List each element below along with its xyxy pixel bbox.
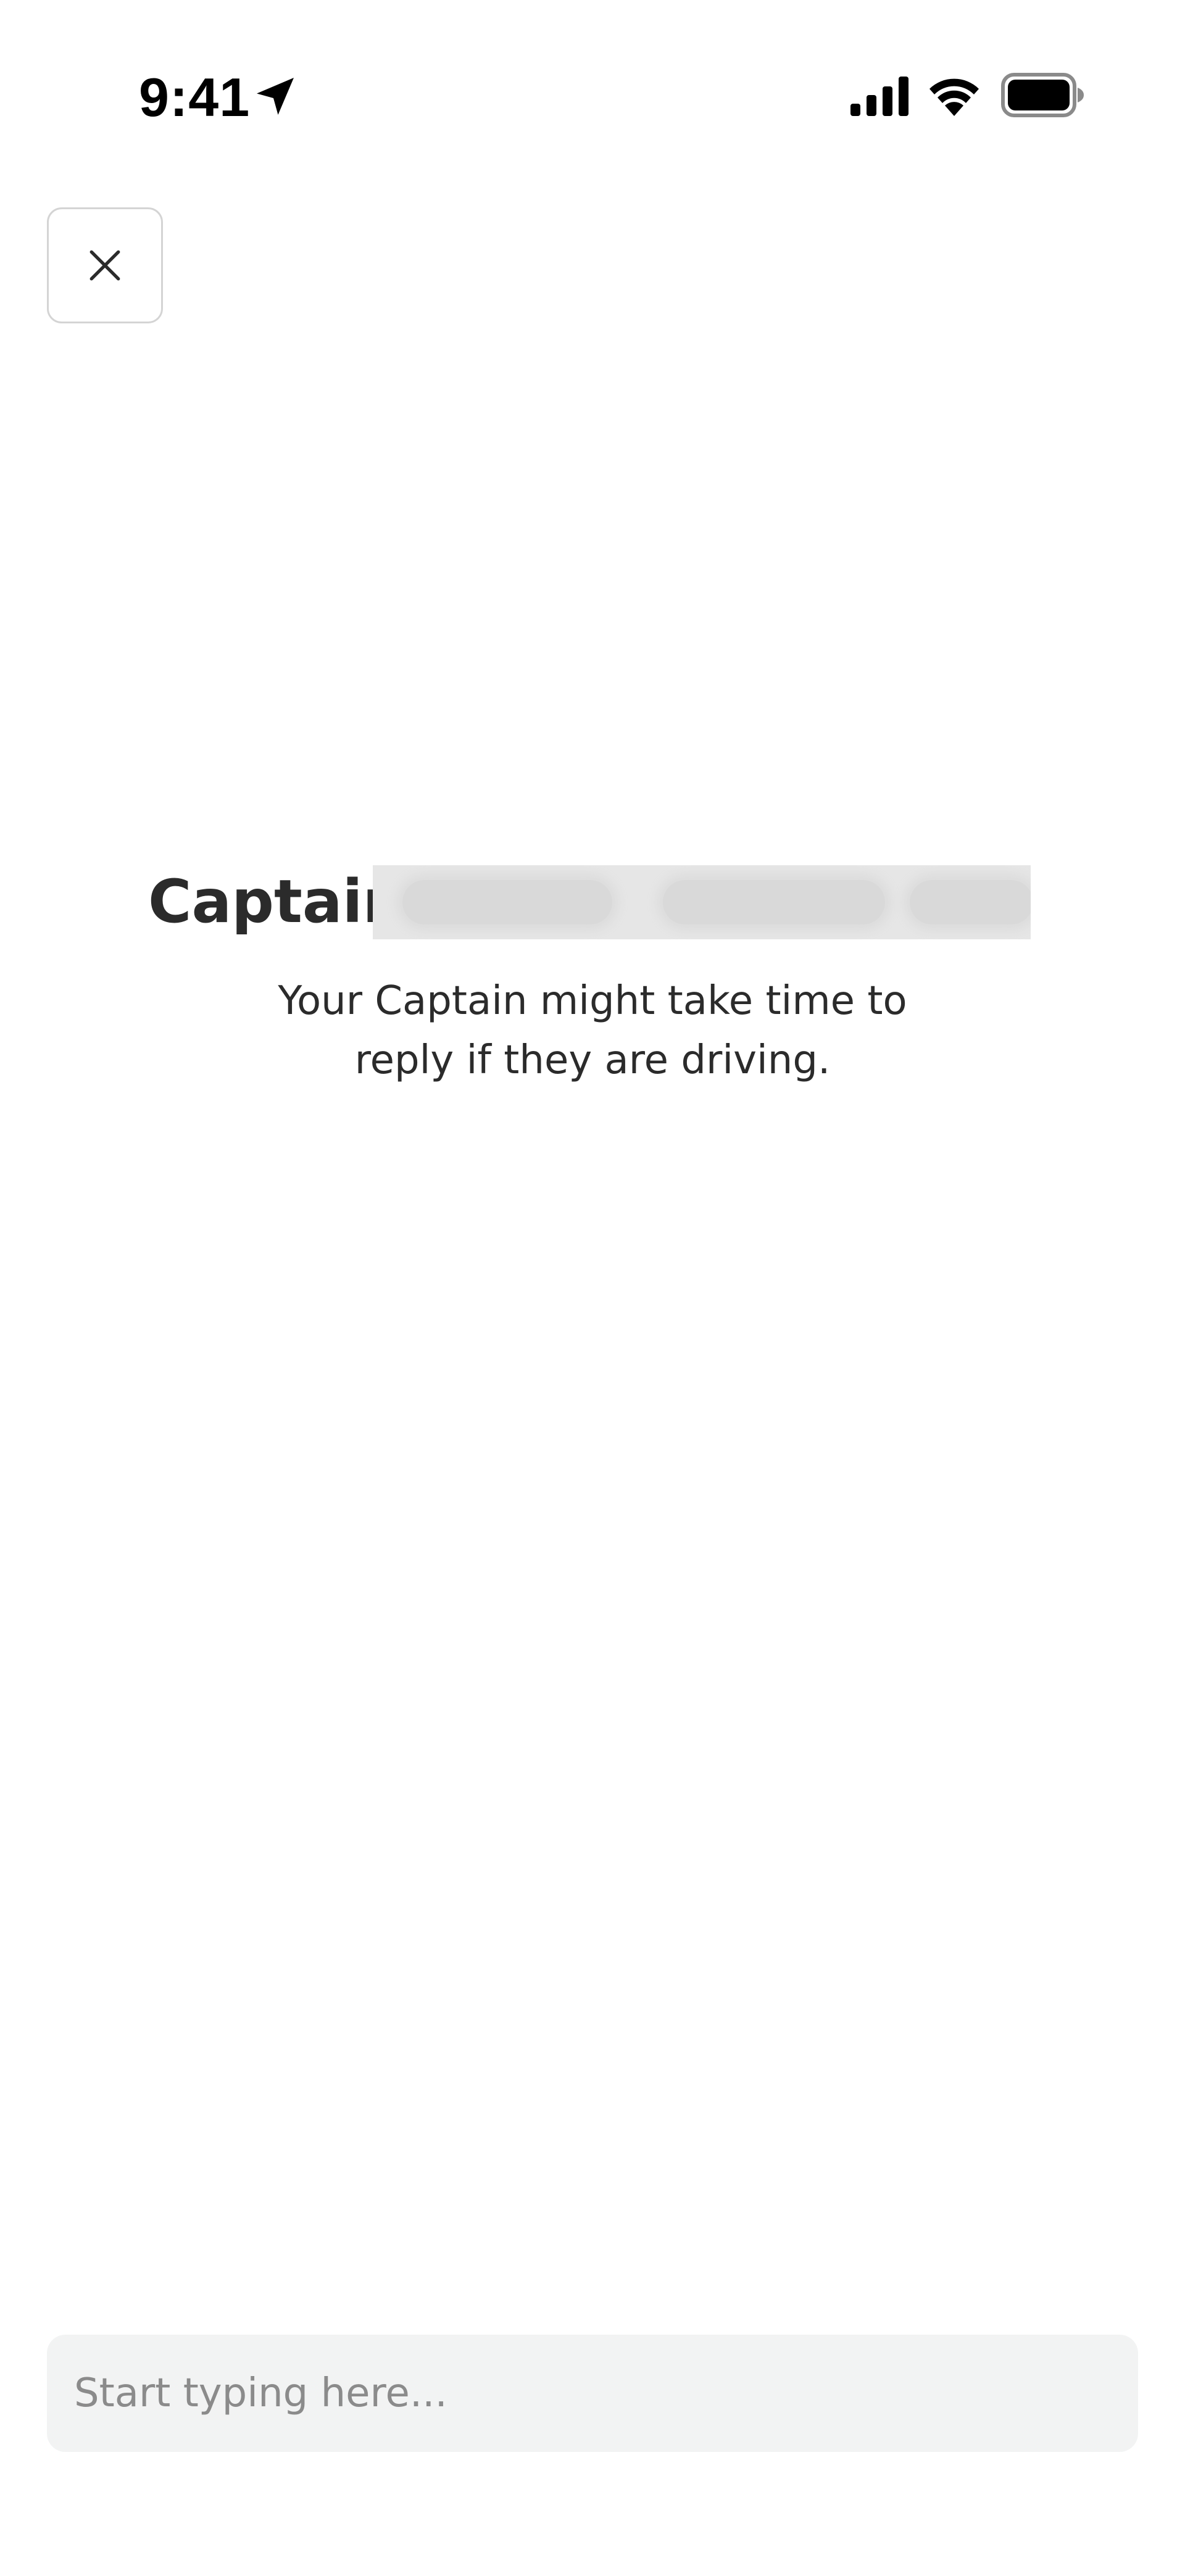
captain-name-redacted [373, 865, 1031, 939]
message-input[interactable] [47, 2335, 1138, 2452]
battery-icon [1001, 73, 1084, 117]
close-icon [89, 250, 120, 281]
status-time: 9:41 [139, 67, 251, 128]
captain-driving-notice: Your Captain might take time to reply if… [278, 978, 907, 1083]
status-bar: 9:41 [0, 0, 1185, 148]
captain-header: Captain [148, 864, 405, 939]
close-button[interactable] [47, 207, 163, 323]
location-arrow-icon [257, 78, 294, 115]
captain-label: Captain [148, 867, 405, 936]
wifi-icon [929, 78, 979, 116]
cellular-signal-icon [850, 77, 908, 116]
